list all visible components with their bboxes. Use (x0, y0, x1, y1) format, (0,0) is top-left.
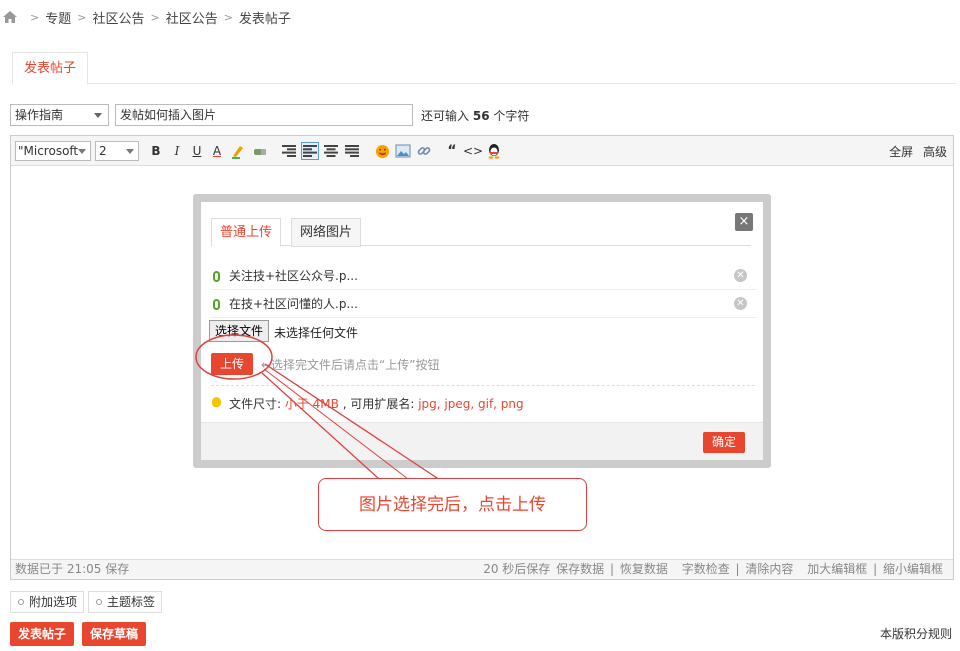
attachment-icon (213, 299, 220, 310)
save-data-link[interactable]: 保存数据 (556, 562, 604, 576)
file-list-item: 关注技+社区公众号.p... ✕ (211, 262, 757, 290)
save-status: 数据已于 21:05 保存 (15, 562, 130, 576)
remove-file-icon[interactable]: ✕ (734, 297, 747, 310)
fullscreen-button[interactable]: 全屏 (889, 145, 913, 159)
breadcrumb: > 专题 > 社区公告 > 社区公告 > 发表帖子 (2, 6, 291, 28)
word-check-link[interactable]: 字数检查 (682, 562, 730, 576)
remove-file-icon[interactable]: ✕ (734, 269, 747, 282)
separator: | (609, 562, 615, 576)
file-size-hint: 文件尺寸: 小于 4MB , 可用扩展名: jpg, jpeg, gif, pn… (229, 395, 524, 412)
upload-hint: ←选择完文件后请点击“上传”按钮 (261, 358, 440, 372)
emoji-icon[interactable] (373, 142, 391, 160)
status-actions: 20 秒后保存 保存数据 | 恢复数据 字数检查 | 清除内容 加大编辑框 | … (481, 560, 943, 579)
editor-toolbar: "Microsoft 2 B I U A “ <> 全屏 高级 (11, 136, 953, 166)
breadcrumb-item[interactable]: 社区公告 (92, 8, 144, 27)
circle-icon (18, 599, 24, 605)
upload-button[interactable]: 上传 (211, 353, 253, 375)
chevron-right-icon: > (30, 10, 40, 24)
circle-icon (96, 599, 102, 605)
font-size-select[interactable]: 2 (95, 141, 139, 161)
italic-button[interactable]: I (168, 142, 186, 160)
extra-options-toggle[interactable]: 附加选项 (10, 591, 85, 613)
dialog-footer: 确定 (201, 422, 763, 460)
post-tab-bar: 发表帖子 (12, 52, 956, 85)
size-label: 文件尺寸: (229, 397, 285, 411)
tab-web-image[interactable]: 网络图片 (291, 218, 362, 247)
image-upload-dialog: 普通上传 网络图片 × 关注技+社区公众号.p... ✕ 在技+社区问懂的人.p… (193, 194, 771, 468)
advanced-button[interactable]: 高级 (923, 145, 947, 159)
chevron-down-icon (126, 149, 134, 154)
editor-statusbar: 数据已于 21:05 保存 20 秒后保存 保存数据 | 恢复数据 字数检查 |… (11, 559, 953, 579)
dialog-body: 普通上传 网络图片 × 关注技+社区公众号.p... ✕ 在技+社区问懂的人.p… (201, 202, 763, 460)
topic-tags-label: 主题标签 (107, 595, 156, 609)
ext-label: , 可用扩展名: (338, 397, 419, 411)
thread-title-input[interactable]: 发帖如何插入图片 (115, 104, 413, 126)
no-file-chosen-text: 未选择任何文件 (274, 326, 359, 340)
font-size-value: 2 (99, 144, 107, 158)
font-family-select[interactable]: "Microsoft (15, 141, 91, 161)
align-center-icon[interactable] (322, 142, 340, 160)
topic-tags-toggle[interactable]: 主题标签 (88, 591, 163, 613)
shrink-editor-link[interactable]: 缩小编辑框 (883, 562, 943, 576)
attachment-icon (213, 271, 220, 282)
chevron-down-icon (94, 113, 102, 118)
choose-file-button[interactable]: 选择文件 (209, 320, 270, 342)
qq-icon[interactable] (485, 142, 503, 160)
extra-options-label: 附加选项 (29, 595, 78, 609)
file-list-item: 在技+社区问懂的人.p... ✕ (211, 290, 757, 318)
chevron-down-icon (78, 149, 86, 154)
lightbulb-icon (212, 397, 221, 407)
points-rules-link[interactable]: 本版积分规则 (880, 625, 952, 642)
align-justify-icon[interactable] (343, 142, 361, 160)
clear-content-link[interactable]: 清除内容 (745, 562, 793, 576)
align-right-icon[interactable] (280, 142, 298, 160)
size-value: 小于 4MB (284, 397, 339, 411)
enlarge-editor-link[interactable]: 加大编辑框 (807, 562, 867, 576)
chevron-right-icon: > (150, 10, 160, 24)
annotation-callout: 图片选择完后，点击上传 (318, 478, 587, 531)
separator: | (735, 562, 740, 576)
ext-value: jpg, jpeg, gif, png (418, 397, 524, 411)
font-family-value: "Microsoft (18, 144, 79, 158)
dialog-tabs: 普通上传 网络图片 (211, 212, 751, 247)
align-left-icon[interactable] (301, 142, 319, 160)
thread-type-select[interactable]: 操作指南 (10, 104, 109, 126)
restore-data-link[interactable]: 恢复数据 (620, 562, 668, 576)
remaining-chars: 还可输入 56 个字符 (421, 107, 529, 124)
divider (211, 385, 755, 386)
breadcrumb-item[interactable]: 社区公告 (166, 8, 218, 27)
remaining-count: 56 (472, 108, 490, 123)
tab-normal-upload[interactable]: 普通上传 (211, 218, 282, 247)
separator: | (873, 562, 878, 576)
chevron-right-icon: > (223, 10, 233, 24)
bold-button[interactable]: B (147, 142, 165, 160)
toolbar-right: 全屏 高级 (883, 143, 947, 160)
font-color-button[interactable]: A (208, 142, 226, 160)
code-button[interactable]: <> (463, 142, 483, 160)
highlight-icon[interactable] (229, 142, 247, 160)
post-thread-button[interactable]: 发表帖子 (10, 622, 75, 646)
remove-format-icon[interactable] (251, 142, 269, 160)
home-icon[interactable] (2, 10, 18, 24)
breadcrumb-current: 发表帖子 (238, 11, 291, 27)
link-icon[interactable] (415, 142, 433, 160)
file-name: 关注技+社区公众号.p... (229, 269, 358, 283)
quote-button[interactable]: “ (443, 142, 461, 160)
close-icon[interactable]: × (735, 213, 753, 231)
save-draft-button[interactable]: 保存草稿 (82, 622, 147, 646)
title-row: 操作指南 发帖如何插入图片 还可输入 56 个字符 (10, 104, 529, 126)
remaining-prefix: 还可输入 (421, 108, 470, 123)
image-icon[interactable] (394, 142, 412, 160)
file-name: 在技+社区问懂的人.p... (229, 297, 358, 311)
chevron-right-icon: > (77, 10, 87, 24)
autosave-countdown: 20 秒后保存 (483, 562, 551, 576)
underline-button[interactable]: U (188, 142, 206, 160)
thread-type-value: 操作指南 (15, 108, 64, 122)
breadcrumb-item[interactable]: 专题 (45, 8, 71, 27)
remaining-suffix: 个字符 (493, 108, 530, 123)
tab-post-thread[interactable]: 发表帖子 (12, 52, 89, 85)
confirm-button[interactable]: 确定 (703, 432, 745, 453)
